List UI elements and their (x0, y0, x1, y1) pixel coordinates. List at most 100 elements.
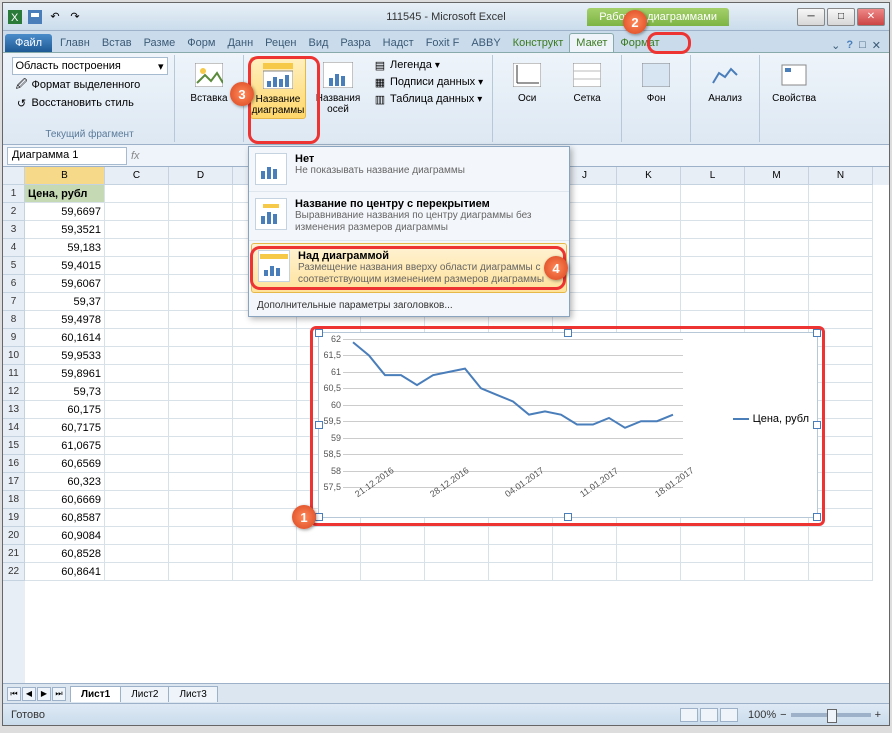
cell[interactable] (169, 545, 233, 563)
help-icon[interactable]: ? (846, 39, 853, 52)
cell[interactable] (809, 311, 873, 329)
fx-icon[interactable]: fx (131, 150, 140, 162)
cell[interactable] (233, 347, 297, 365)
save-icon[interactable] (27, 9, 43, 25)
cell[interactable] (809, 203, 873, 221)
cell[interactable] (617, 203, 681, 221)
undo-icon[interactable]: ↶ (47, 9, 63, 25)
row-header[interactable]: 4 (3, 239, 25, 257)
cell[interactable] (809, 437, 873, 455)
view-normal-button[interactable] (680, 708, 698, 722)
row-header[interactable]: 3 (3, 221, 25, 239)
tab-formulas[interactable]: Форм (181, 34, 221, 52)
legend-button[interactable]: ▤Легенда ▾ (370, 57, 486, 73)
cell[interactable] (105, 221, 169, 239)
cell[interactable] (233, 437, 297, 455)
cell[interactable] (809, 239, 873, 257)
maximize-button[interactable]: □ (827, 8, 855, 26)
cell[interactable] (745, 293, 809, 311)
cell[interactable] (169, 185, 233, 203)
cell[interactable]: 59,4978 (25, 311, 105, 329)
tab-data[interactable]: Данн (221, 34, 259, 52)
row-header[interactable]: 10 (3, 347, 25, 365)
cell[interactable] (169, 365, 233, 383)
cell[interactable] (169, 203, 233, 221)
cell[interactable] (169, 347, 233, 365)
cell[interactable] (105, 545, 169, 563)
cell[interactable] (681, 275, 745, 293)
column-header[interactable]: C (105, 167, 169, 185)
cell[interactable] (169, 563, 233, 581)
cell[interactable] (617, 275, 681, 293)
cell[interactable]: 59,6697 (25, 203, 105, 221)
cell[interactable] (809, 221, 873, 239)
cell[interactable]: 59,37 (25, 293, 105, 311)
cell[interactable] (169, 401, 233, 419)
line-series[interactable] (343, 339, 683, 487)
tab-foxit[interactable]: Foxit F (420, 34, 466, 52)
cell[interactable] (809, 275, 873, 293)
cell[interactable] (233, 329, 297, 347)
cell[interactable] (617, 257, 681, 275)
minimize-button[interactable]: ─ (797, 8, 825, 26)
zoom-slider[interactable] (791, 713, 871, 717)
cell[interactable] (105, 419, 169, 437)
chart-legend[interactable]: Цена, рубл (733, 413, 809, 425)
cell[interactable] (105, 329, 169, 347)
cell[interactable] (169, 383, 233, 401)
cell[interactable] (169, 527, 233, 545)
chart-title-button[interactable]: Название диаграммы (250, 57, 306, 119)
column-header[interactable]: K (617, 167, 681, 185)
column-header[interactable]: L (681, 167, 745, 185)
cell[interactable] (681, 257, 745, 275)
cell[interactable] (105, 185, 169, 203)
cell[interactable] (745, 311, 809, 329)
cell[interactable]: 60,7175 (25, 419, 105, 437)
row-header[interactable]: 8 (3, 311, 25, 329)
data-table-button[interactable]: ▥Таблица данных ▾ (370, 91, 486, 107)
cell[interactable]: 60,8641 (25, 563, 105, 581)
cell[interactable] (233, 455, 297, 473)
cell[interactable] (233, 365, 297, 383)
gridlines-button[interactable]: Сетка (559, 57, 615, 106)
cell[interactable] (105, 563, 169, 581)
tab-addins[interactable]: Надст (377, 34, 420, 52)
row-header[interactable]: 12 (3, 383, 25, 401)
window-close-icon[interactable]: ✕ (872, 39, 881, 52)
dropdown-above-chart[interactable]: Над диаграммойРазмещение названия вверху… (251, 243, 567, 293)
cell[interactable] (361, 545, 425, 563)
reset-style-button[interactable]: ↺Восстановить стиль (12, 95, 168, 111)
resize-handle[interactable] (564, 513, 572, 521)
cell[interactable] (553, 563, 617, 581)
cell[interactable] (297, 527, 361, 545)
cell[interactable] (425, 545, 489, 563)
cell[interactable]: Цена, рубл (25, 185, 105, 203)
row-header[interactable]: 19 (3, 509, 25, 527)
cell[interactable] (169, 491, 233, 509)
cell[interactable]: 60,175 (25, 401, 105, 419)
row-header[interactable]: 7 (3, 293, 25, 311)
cell[interactable] (233, 545, 297, 563)
plot-area[interactable]: 6261,56160,56059,55958,55857,5 (343, 339, 683, 487)
row-header[interactable]: 2 (3, 203, 25, 221)
cell[interactable] (105, 401, 169, 419)
cell[interactable] (489, 545, 553, 563)
sheet-tab-3[interactable]: Лист3 (168, 686, 217, 702)
cell[interactable] (681, 239, 745, 257)
cell[interactable] (809, 185, 873, 203)
tab-layout[interactable]: Макет (569, 33, 614, 52)
cell[interactable]: 61,0675 (25, 437, 105, 455)
tab-home[interactable]: Главн (54, 34, 96, 52)
resize-handle[interactable] (315, 513, 323, 521)
cell[interactable] (105, 365, 169, 383)
column-header[interactable]: D (169, 167, 233, 185)
column-header[interactable]: N (809, 167, 873, 185)
cell[interactable]: 59,183 (25, 239, 105, 257)
cell[interactable] (169, 293, 233, 311)
sheet-tab-2[interactable]: Лист2 (120, 686, 169, 702)
cell[interactable] (617, 527, 681, 545)
cell[interactable] (169, 419, 233, 437)
insert-button[interactable]: Вставка (181, 57, 237, 106)
window-restore-icon[interactable]: □ (859, 39, 866, 52)
cell[interactable] (425, 527, 489, 545)
